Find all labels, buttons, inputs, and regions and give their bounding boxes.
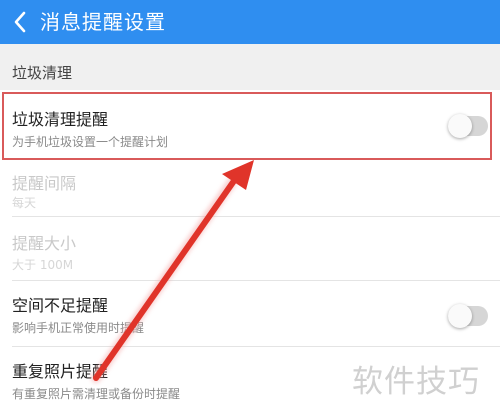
low-space-toggle[interactable] <box>448 304 488 328</box>
section-header <box>0 44 500 90</box>
setting-item-title: 空间不足提醒 <box>12 296 109 315</box>
section-title: 垃圾清理 <box>12 64 73 82</box>
toggle-knob <box>448 114 472 138</box>
title-bar: 消息提醒设置 <box>0 0 500 44</box>
setting-item-interval[interactable]: 提醒间隔 每天 <box>0 162 500 214</box>
setting-item-low-space[interactable]: 空间不足提醒 影响手机正常使用时提醒 <box>0 282 500 342</box>
setting-item-subtitle: 为手机垃圾设置一个提醒计划 <box>12 135 169 149</box>
setting-item-junk-reminder[interactable]: 垃圾清理提醒 为手机垃圾设置一个提醒计划 <box>0 92 500 160</box>
setting-item-size[interactable]: 提醒大小 大于 100M <box>0 220 500 278</box>
setting-item-title: 垃圾清理提醒 <box>12 110 109 129</box>
setting-item-subtitle: 有重复照片需清理或备份时提醒 <box>12 387 181 401</box>
divider <box>12 346 500 347</box>
toggle-knob <box>448 304 472 328</box>
watermark-text: 软件技巧 <box>352 364 480 400</box>
setting-item-subtitle: 每天 <box>12 196 37 210</box>
setting-item-subtitle: 大于 100M <box>12 258 74 272</box>
back-button[interactable] <box>10 8 30 36</box>
divider <box>12 280 500 281</box>
setting-item-title: 提醒大小 <box>12 234 77 253</box>
setting-item-title: 重复照片提醒 <box>12 362 109 381</box>
page-title: 消息提醒设置 <box>40 10 166 34</box>
setting-item-title: 提醒间隔 <box>12 174 77 193</box>
junk-reminder-toggle[interactable] <box>448 114 488 138</box>
chevron-left-icon <box>14 11 26 33</box>
setting-item-subtitle: 影响手机正常使用时提醒 <box>12 321 145 335</box>
divider <box>12 216 500 217</box>
